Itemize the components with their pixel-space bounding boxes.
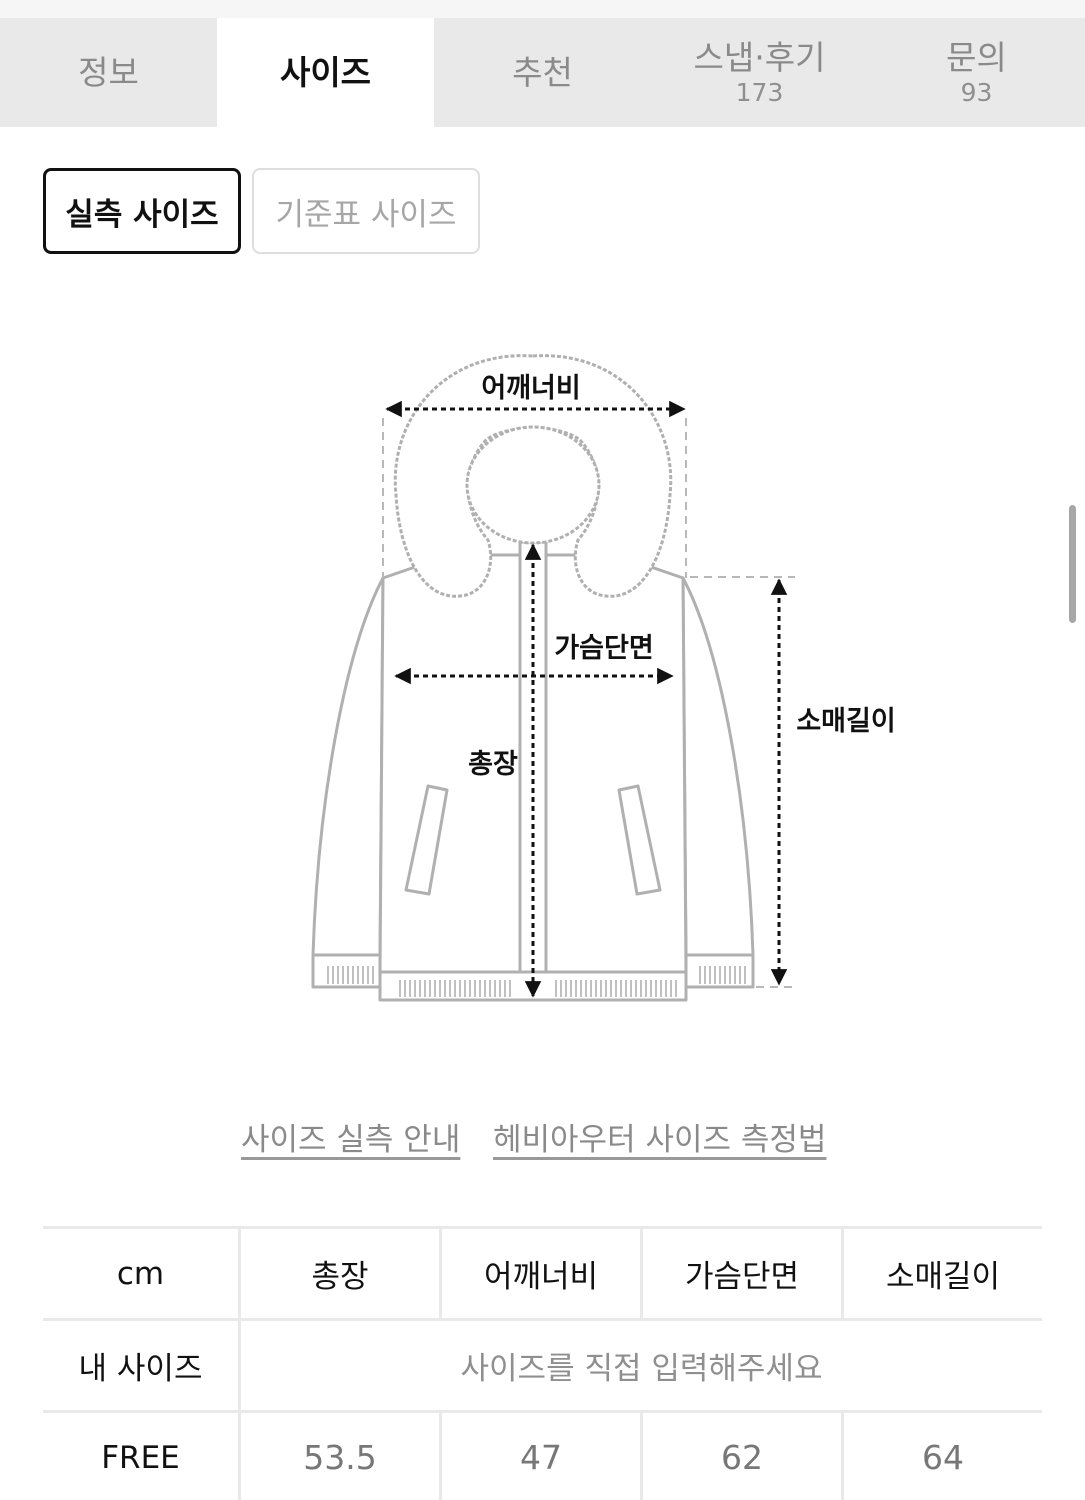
tab-info[interactable]: 정보 — [0, 18, 217, 127]
unit-header: cm — [116, 1255, 165, 1292]
table-cell: 53.5 — [238, 1413, 439, 1500]
table-header-row: cm 총장 어깨너비 가슴단면 소매길이 — [43, 1226, 1042, 1318]
tab-inquiry-label: 문의 — [946, 37, 1007, 77]
my-size-input[interactable]: 사이즈를 직접 입력해주세요 — [238, 1321, 1042, 1410]
tab-info-label: 정보 — [78, 52, 139, 92]
size-guide-links: 사이즈 실측 안내 헤비아우터 사이즈 측정법 — [0, 1114, 1085, 1158]
chest-label: 가슴단면 — [554, 633, 653, 664]
table-cell: 47 — [439, 1413, 640, 1500]
column-header: 소매길이 — [841, 1229, 1042, 1318]
tab-size-label: 사이즈 — [279, 52, 372, 92]
tab-snap-review-label: 스냅·후기 — [693, 37, 826, 77]
size-guide-link[interactable]: 사이즈 실측 안내 — [241, 1114, 460, 1159]
standard-size-button[interactable]: 기준표 사이즈 — [252, 168, 480, 254]
length-label: 총장 — [468, 749, 518, 780]
jacket-measurement-diagram: 어깨너비 가슴단면 총장 소매길이 — [311, 354, 896, 1002]
table-row: FREE 53.5 47 62 64 — [43, 1410, 1042, 1500]
tab-size[interactable]: 사이즈 — [217, 18, 434, 127]
tab-recommend[interactable]: 추천 — [434, 18, 651, 127]
size-table: cm 총장 어깨너비 가슴단면 소매길이 내 사이즈 사이즈를 직접 입력해주세… — [43, 1226, 1042, 1500]
top-strip — [0, 0, 1085, 18]
scrollbar[interactable] — [1069, 505, 1076, 623]
tab-recommend-label: 추천 — [512, 52, 573, 92]
heavy-outer-method-link[interactable]: 헤비아우터 사이즈 측정법 — [493, 1114, 826, 1159]
tab-inquiry[interactable]: 문의 93 — [868, 18, 1085, 127]
tab-inquiry-count: 93 — [960, 77, 993, 107]
size-name: FREE — [101, 1439, 180, 1476]
sleeve-label: 소매길이 — [796, 706, 895, 737]
column-header: 어깨너비 — [439, 1229, 640, 1318]
my-size-row: 내 사이즈 사이즈를 직접 입력해주세요 — [43, 1318, 1042, 1410]
column-header: 총장 — [238, 1229, 439, 1318]
my-size-label: 내 사이즈 — [78, 1351, 203, 1387]
table-cell: 62 — [640, 1413, 841, 1500]
shoulder-label: 어깨너비 — [481, 373, 580, 404]
measured-size-button[interactable]: 실측 사이즈 — [43, 168, 241, 254]
tab-snap-review[interactable]: 스냅·후기 173 — [651, 18, 868, 127]
tab-snap-review-count: 173 — [735, 77, 784, 107]
column-header: 가슴단면 — [640, 1229, 841, 1318]
table-cell: 64 — [841, 1413, 1042, 1500]
product-tabs: 정보 사이즈 추천 스냅·후기 173 문의 93 — [0, 18, 1085, 127]
